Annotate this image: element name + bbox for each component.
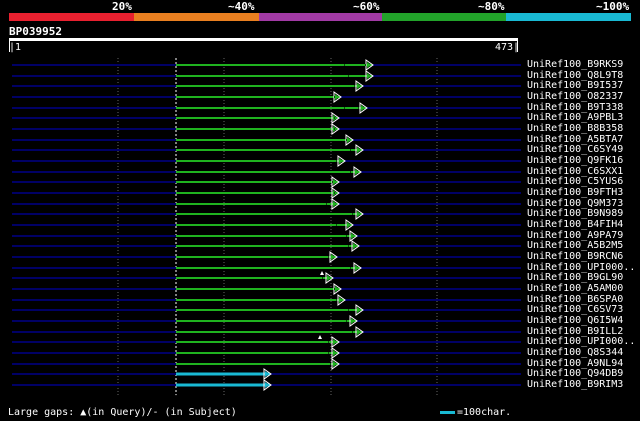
- hit-break-mark: [334, 96, 335, 98]
- length-legend-text: =100char.: [457, 407, 512, 418]
- hit-label[interactable]: UniRef100_A5B2M5: [527, 240, 623, 251]
- hit-label[interactable]: UniRef100_Q8S344: [527, 347, 623, 358]
- hit-label[interactable]: UniRef100_O82337: [527, 91, 623, 102]
- hit-label[interactable]: UniRef100_A9PBL3: [527, 112, 623, 123]
- hit-break-mark: [348, 75, 349, 77]
- hit-break-mark: [350, 149, 351, 151]
- hit-break-mark: [336, 224, 337, 226]
- hit-break-mark: [330, 363, 331, 365]
- hit-break-mark: [326, 203, 327, 205]
- hit-label[interactable]: UniRef100_C5YUS6: [527, 176, 623, 187]
- hit-break-mark: [350, 267, 351, 269]
- hit-break-mark: [332, 181, 333, 183]
- hit-label[interactable]: UniRef100_Q6I5W4: [527, 315, 623, 326]
- hit-break-mark: [354, 85, 355, 87]
- hit-break-mark: [328, 352, 329, 354]
- hit-label[interactable]: UniRef100_B9RIM3: [527, 379, 623, 390]
- hit-break-mark: [322, 277, 323, 279]
- hit-break-mark: [328, 341, 329, 343]
- hit-break-mark: [346, 235, 347, 237]
- hit-break-mark: [352, 331, 353, 333]
- hit-label[interactable]: UniRef100_B4FIH4: [527, 219, 623, 230]
- hit-label[interactable]: UniRef100_B9RKS9: [527, 59, 623, 70]
- hit-break-mark: [328, 256, 329, 258]
- hit-break-mark: [334, 192, 335, 194]
- hit-break-mark: [348, 245, 349, 247]
- hit-label[interactable]: UniRef100_B9GL90: [527, 272, 623, 283]
- hit-label[interactable]: UniRef100_A5AM00: [527, 283, 623, 294]
- query-gap-icon: [320, 271, 324, 275]
- blast-overview-panel: 20% ~40% ~60% ~80% ~100% BP039952 |1 473…: [0, 0, 640, 421]
- hit-label[interactable]: UniRef100_B9RCN6: [527, 251, 623, 262]
- hit-break-mark: [336, 160, 337, 162]
- hit-break-mark: [334, 288, 335, 290]
- hit-label[interactable]: UniRef100_B9I537: [527, 80, 623, 91]
- hit-label[interactable]: UniRef100_UPI000..: [527, 336, 635, 347]
- hit-break-mark: [344, 64, 345, 66]
- hit-label[interactable]: UniRef100_Q9FK16: [527, 155, 623, 166]
- hit-break-mark: [336, 299, 337, 301]
- hit-break-mark: [365, 64, 366, 66]
- hit-label[interactable]: UniRef100_B8B358: [527, 123, 623, 134]
- gaps-legend: Large gaps: ▲(in Query)/- (in Subject): [8, 407, 237, 418]
- query-gap-icon: [318, 335, 322, 339]
- hit-break-mark: [350, 171, 351, 173]
- hit-label[interactable]: UniRef100_C6SV73: [527, 304, 623, 315]
- hit-label[interactable]: UniRef100_C6SY49: [527, 144, 623, 155]
- hit-label[interactable]: UniRef100_Q94DB9: [527, 368, 623, 379]
- hit-break-mark: [358, 107, 359, 109]
- length-legend-swatch: [440, 411, 455, 414]
- hit-label[interactable]: UniRef100_B9FTH3: [527, 187, 623, 198]
- hit-break-mark: [348, 309, 349, 311]
- hit-break-mark: [334, 117, 335, 119]
- hit-break-mark: [346, 139, 347, 141]
- hit-break-mark: [346, 320, 347, 322]
- hit-break-mark: [334, 128, 335, 130]
- hit-label[interactable]: UniRef100_B9N989: [527, 208, 623, 219]
- hit-break-mark: [344, 107, 345, 109]
- hit-break-mark: [352, 213, 353, 215]
